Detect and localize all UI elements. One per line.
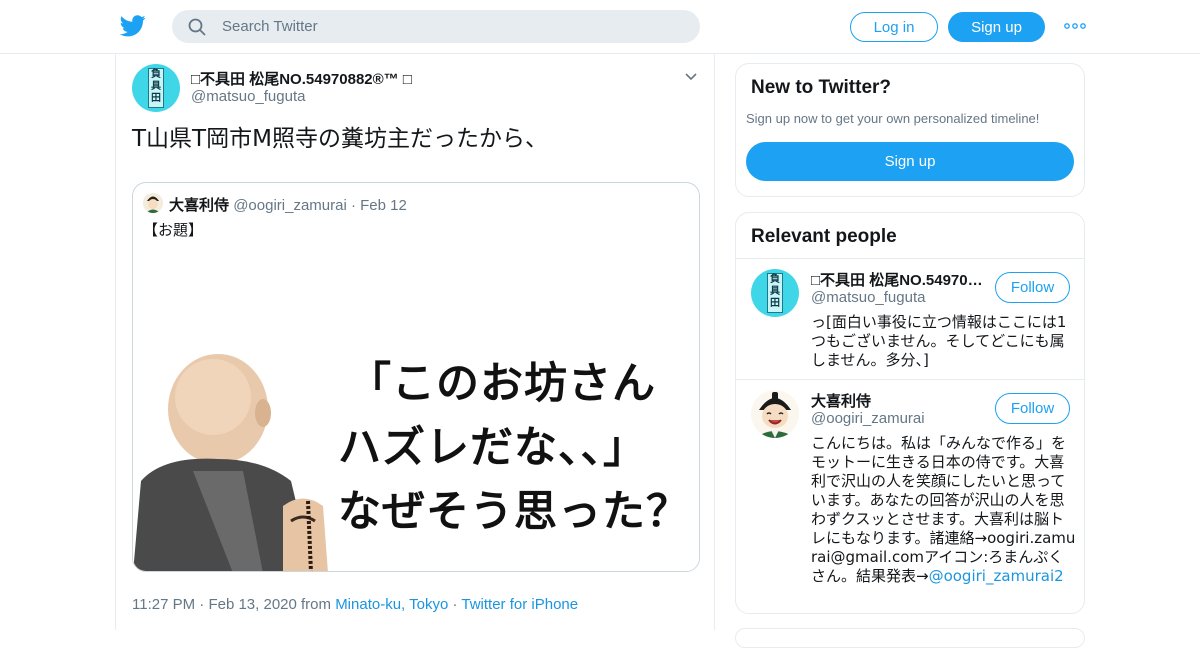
quoted-date: Feb 12 — [360, 197, 407, 214]
search-icon — [188, 18, 206, 36]
quoted-text: 【お題】 — [143, 221, 204, 239]
sidebar-signup-button[interactable]: Sign up — [746, 142, 1074, 181]
chevron-down-icon[interactable] — [684, 72, 698, 82]
separator: · — [199, 596, 205, 613]
divider — [736, 379, 1084, 380]
quoted-tweet[interactable]: 大喜利侍 @oogiri_zamurai · Feb 12 【お題】 「このお坊… — [132, 182, 700, 572]
image-caption-line-3: なぜそう思った？ — [338, 487, 690, 537]
tweet-column: 負具田 □不具田 松尾NO.54970882®™ □ @matsuo_fugut… — [115, 54, 715, 630]
tweet-text: T山県T岡市M照寺の糞坊主だったから、 — [132, 126, 548, 152]
person-handle[interactable]: @matsuo_fuguta — [811, 289, 925, 306]
tweet-date: Feb 13, 2020 — [208, 596, 297, 613]
more-dots-icon[interactable] — [1064, 20, 1086, 32]
tweet-time: 11:27 PM — [132, 596, 196, 613]
card-subtitle: Sign up now to get your own personalized… — [746, 111, 1040, 126]
person-bio-text: こんにちは。私は「みんなで作る」をモットーに生きる日本の侍です。大喜利で沢山の人… — [811, 434, 1076, 585]
search-input[interactable] — [222, 10, 682, 43]
login-button[interactable]: Log in — [850, 12, 938, 42]
person-name[interactable]: 大喜利侍 — [811, 390, 986, 411]
separator: · — [452, 596, 458, 613]
person-handle[interactable]: @oogiri_zamurai — [811, 410, 925, 427]
twitter-bird-icon[interactable] — [120, 14, 146, 38]
quoted-avatar — [143, 193, 163, 213]
person-name[interactable]: □不具田 松尾NO.54970… — [811, 269, 986, 290]
follow-button[interactable]: Follow — [995, 393, 1070, 424]
next-card — [735, 628, 1085, 648]
quoted-header: 大喜利侍 @oogiri_zamurai · Feb 12 — [169, 194, 407, 215]
quoted-image[interactable]: 「このお坊さん ハズレだな、、」 なぜそう思った？ — [133, 331, 699, 571]
tweet-metadata: 11:27 PM · Feb 13, 2020 from Minato-ku, … — [132, 596, 578, 613]
top-navigation-bar: Log in Sign up — [0, 0, 1200, 54]
quoted-name: 大喜利侍 — [169, 197, 230, 214]
bio-link[interactable]: @oogiri_zamurai2 — [929, 567, 1064, 585]
image-caption-line-2: ハズレだな、、」 — [338, 423, 647, 473]
follow-button[interactable]: Follow — [995, 272, 1070, 303]
author-name[interactable]: □不具田 松尾NO.54970882®™ □ — [191, 68, 412, 89]
location-link[interactable]: Minato-ku, Tokyo — [335, 596, 448, 613]
card-title: New to Twitter? — [751, 77, 892, 98]
new-to-twitter-card: New to Twitter? Sign up now to get your … — [735, 63, 1085, 197]
relevant-people-card: Relevant people 負具田 □不具田 松尾NO.54970… @ma… — [735, 212, 1085, 614]
avatar[interactable] — [751, 390, 799, 438]
avatar-label: 負具田 — [148, 68, 164, 108]
source-link[interactable]: Twitter for iPhone — [461, 596, 578, 613]
author-handle[interactable]: @matsuo_fuguta — [191, 88, 305, 105]
from-label: from — [301, 596, 332, 613]
avatar-label: 負具田 — [767, 273, 783, 313]
search-box[interactable] — [172, 10, 700, 43]
signup-button[interactable]: Sign up — [948, 12, 1045, 42]
avatar[interactable]: 負具田 — [132, 64, 180, 112]
person-bio: っ[面白い事役に立つ情報はここには1つもございません。そしてどこにも属しません。… — [811, 313, 1067, 369]
card-title: Relevant people — [751, 226, 897, 247]
image-caption-line-1: 「このお坊さん — [348, 359, 656, 409]
avatar[interactable]: 負具田 — [751, 269, 799, 317]
person-bio: こんにちは。私は「みんなで作る」をモットーに生きる日本の侍です。大喜利で沢山の人… — [811, 434, 1076, 586]
quoted-handle: @oogiri_zamurai — [233, 197, 347, 214]
separator: · — [350, 197, 356, 214]
divider — [736, 258, 1084, 259]
